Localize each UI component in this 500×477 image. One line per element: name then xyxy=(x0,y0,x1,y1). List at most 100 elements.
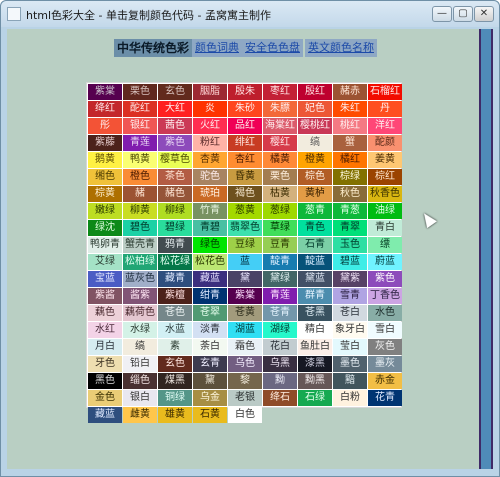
color-swatch[interactable]: 老银 xyxy=(228,390,262,406)
color-swatch[interactable]: 杏红 xyxy=(228,152,262,168)
color-swatch[interactable]: 雄黄 xyxy=(158,407,192,423)
color-swatch[interactable]: 雌黄 xyxy=(123,407,157,423)
color-swatch[interactable]: 靛蓝 xyxy=(298,254,332,270)
color-swatch[interactable]: 紫檀 xyxy=(158,288,192,304)
color-swatch[interactable]: 大红 xyxy=(158,101,192,117)
color-swatch[interactable]: 白粉 xyxy=(333,390,367,406)
color-swatch[interactable]: 苍色 xyxy=(158,305,192,321)
color-swatch[interactable]: 茜色 xyxy=(158,118,192,134)
color-swatch[interactable]: 绿色 xyxy=(193,237,227,253)
color-swatch[interactable]: 葱黄 xyxy=(228,203,262,219)
color-swatch[interactable]: 松柏绿 xyxy=(123,254,157,270)
color-swatch[interactable]: 缥 xyxy=(368,237,402,253)
color-swatch[interactable]: 翡翠色 xyxy=(228,220,262,236)
color-swatch[interactable]: 银白 xyxy=(123,390,157,406)
title-bar[interactable]: html色彩大全 - 单击复制颜色代码 - 孟窝寓主制作 — ▢ ✕ xyxy=(1,1,499,27)
color-swatch[interactable]: 松花绿 xyxy=(158,254,192,270)
color-swatch[interactable]: 靛青 xyxy=(263,254,297,270)
color-swatch[interactable]: 酱紫 xyxy=(123,288,157,304)
color-swatch[interactable]: 炎 xyxy=(193,101,227,117)
color-swatch[interactable]: 黛 xyxy=(228,271,262,287)
color-swatch[interactable]: 橙色 xyxy=(123,169,157,185)
color-swatch[interactable]: 黑色 xyxy=(88,373,122,389)
color-swatch[interactable]: 殷朱 xyxy=(228,84,262,100)
color-swatch[interactable]: 素 xyxy=(158,339,192,355)
color-swatch[interactable]: 黎 xyxy=(228,373,262,389)
color-swatch[interactable]: 黯 xyxy=(333,373,367,389)
color-swatch[interactable]: 朱砂 xyxy=(228,101,262,117)
color-swatch[interactable]: 竹青 xyxy=(193,203,227,219)
color-swatch[interactable]: 煤黑 xyxy=(158,373,192,389)
color-swatch[interactable]: 苍翠 xyxy=(193,305,227,321)
color-swatch[interactable]: 藕色 xyxy=(88,305,122,321)
color-swatch[interactable]: 品红 xyxy=(228,118,262,134)
color-swatch[interactable]: 缁色 xyxy=(123,373,157,389)
color-swatch[interactable]: 黝 xyxy=(263,373,297,389)
color-swatch[interactable]: 彤 xyxy=(88,118,122,134)
color-swatch[interactable]: 苍白 xyxy=(333,305,367,321)
color-swatch[interactable]: 枣红 xyxy=(263,84,297,100)
color-swatch[interactable]: 青莲 xyxy=(263,288,297,304)
color-swatch[interactable]: 棕色 xyxy=(298,169,332,185)
color-swatch[interactable]: 铜绿 xyxy=(158,390,192,406)
color-swatch[interactable]: 酡红 xyxy=(123,101,157,117)
color-swatch[interactable]: 白色 xyxy=(228,407,262,423)
color-swatch[interactable]: 缃色 xyxy=(88,169,122,185)
color-swatch[interactable]: 苍黄 xyxy=(228,305,262,321)
color-swatch[interactable]: 青莲 xyxy=(123,135,157,151)
color-swatch[interactable]: 玉色 xyxy=(333,237,367,253)
color-swatch[interactable]: 雪白 xyxy=(368,322,402,338)
color-swatch[interactable]: 樱草色 xyxy=(158,152,192,168)
color-swatch[interactable]: 青葱 xyxy=(333,203,367,219)
color-swatch[interactable]: 玄色 xyxy=(158,356,192,372)
color-swatch[interactable]: 棕黄 xyxy=(88,186,122,202)
color-swatch[interactable]: 蔚蓝 xyxy=(368,254,402,270)
color-swatch[interactable]: 火红 xyxy=(193,118,227,134)
color-swatch[interactable]: 苍青 xyxy=(263,305,297,321)
color-swatch[interactable]: 昏黄 xyxy=(228,169,262,185)
color-swatch[interactable]: 花青 xyxy=(368,390,402,406)
color-swatch[interactable]: 紫棠 xyxy=(88,84,122,100)
color-swatch[interactable]: 碧蓝 xyxy=(333,254,367,270)
color-swatch[interactable]: 雪青 xyxy=(333,288,367,304)
color-swatch[interactable]: 赭 xyxy=(123,186,157,202)
scrollbar[interactable] xyxy=(479,29,493,469)
color-swatch[interactable]: 栗色 xyxy=(123,84,157,100)
color-swatch[interactable]: 蟹 xyxy=(333,135,367,151)
color-swatch[interactable]: 赤金 xyxy=(368,373,402,389)
color-swatch[interactable]: 嫩绿 xyxy=(88,203,122,219)
color-swatch[interactable]: 青翠 xyxy=(333,220,367,236)
nav-link-safe-palette[interactable]: 安全色色盘 xyxy=(242,39,303,57)
color-swatch[interactable]: 紫色 xyxy=(158,135,192,151)
color-swatch[interactable]: 赭赤 xyxy=(333,84,367,100)
color-swatch[interactable]: 绛石 xyxy=(263,390,297,406)
color-swatch[interactable]: 荼白 xyxy=(193,339,227,355)
color-swatch[interactable]: 鹅黄 xyxy=(88,152,122,168)
color-swatch[interactable]: 琥珀 xyxy=(193,186,227,202)
color-swatch[interactable]: 杏黄 xyxy=(193,152,227,168)
color-swatch[interactable]: 青色 xyxy=(298,220,332,236)
color-swatch[interactable]: 铅白 xyxy=(123,356,157,372)
color-swatch[interactable]: 石青 xyxy=(298,237,332,253)
scrollbar-thumb[interactable] xyxy=(481,29,491,469)
color-swatch[interactable]: 绀青 xyxy=(193,288,227,304)
color-swatch[interactable]: 桃红 xyxy=(333,118,367,134)
color-swatch[interactable]: 栗色 xyxy=(263,169,297,185)
color-swatch[interactable]: 缟 xyxy=(123,339,157,355)
color-swatch[interactable]: 褐色 xyxy=(228,186,262,202)
color-swatch[interactable]: 鱼肚白 xyxy=(298,339,332,355)
color-swatch[interactable]: 绯红 xyxy=(228,135,262,151)
color-swatch[interactable]: 花白 xyxy=(263,339,297,355)
color-swatch[interactable]: 驼色 xyxy=(193,169,227,185)
color-swatch[interactable]: 海棠红 xyxy=(263,118,297,134)
color-swatch[interactable]: 水色 xyxy=(368,305,402,321)
color-swatch[interactable]: 藏青 xyxy=(158,271,192,287)
color-swatch[interactable]: 橘红 xyxy=(333,152,367,168)
color-swatch[interactable]: 藏蓝 xyxy=(193,271,227,287)
maximize-button[interactable]: ▢ xyxy=(453,6,473,22)
nav-link-english-names[interactable]: 英文颜色名称 xyxy=(305,39,377,57)
color-swatch[interactable]: 棕绿 xyxy=(333,169,367,185)
color-swatch[interactable]: 紫酱 xyxy=(88,288,122,304)
color-swatch[interactable]: 湖蓝 xyxy=(228,322,262,338)
color-swatch[interactable]: 胭脂 xyxy=(193,84,227,100)
